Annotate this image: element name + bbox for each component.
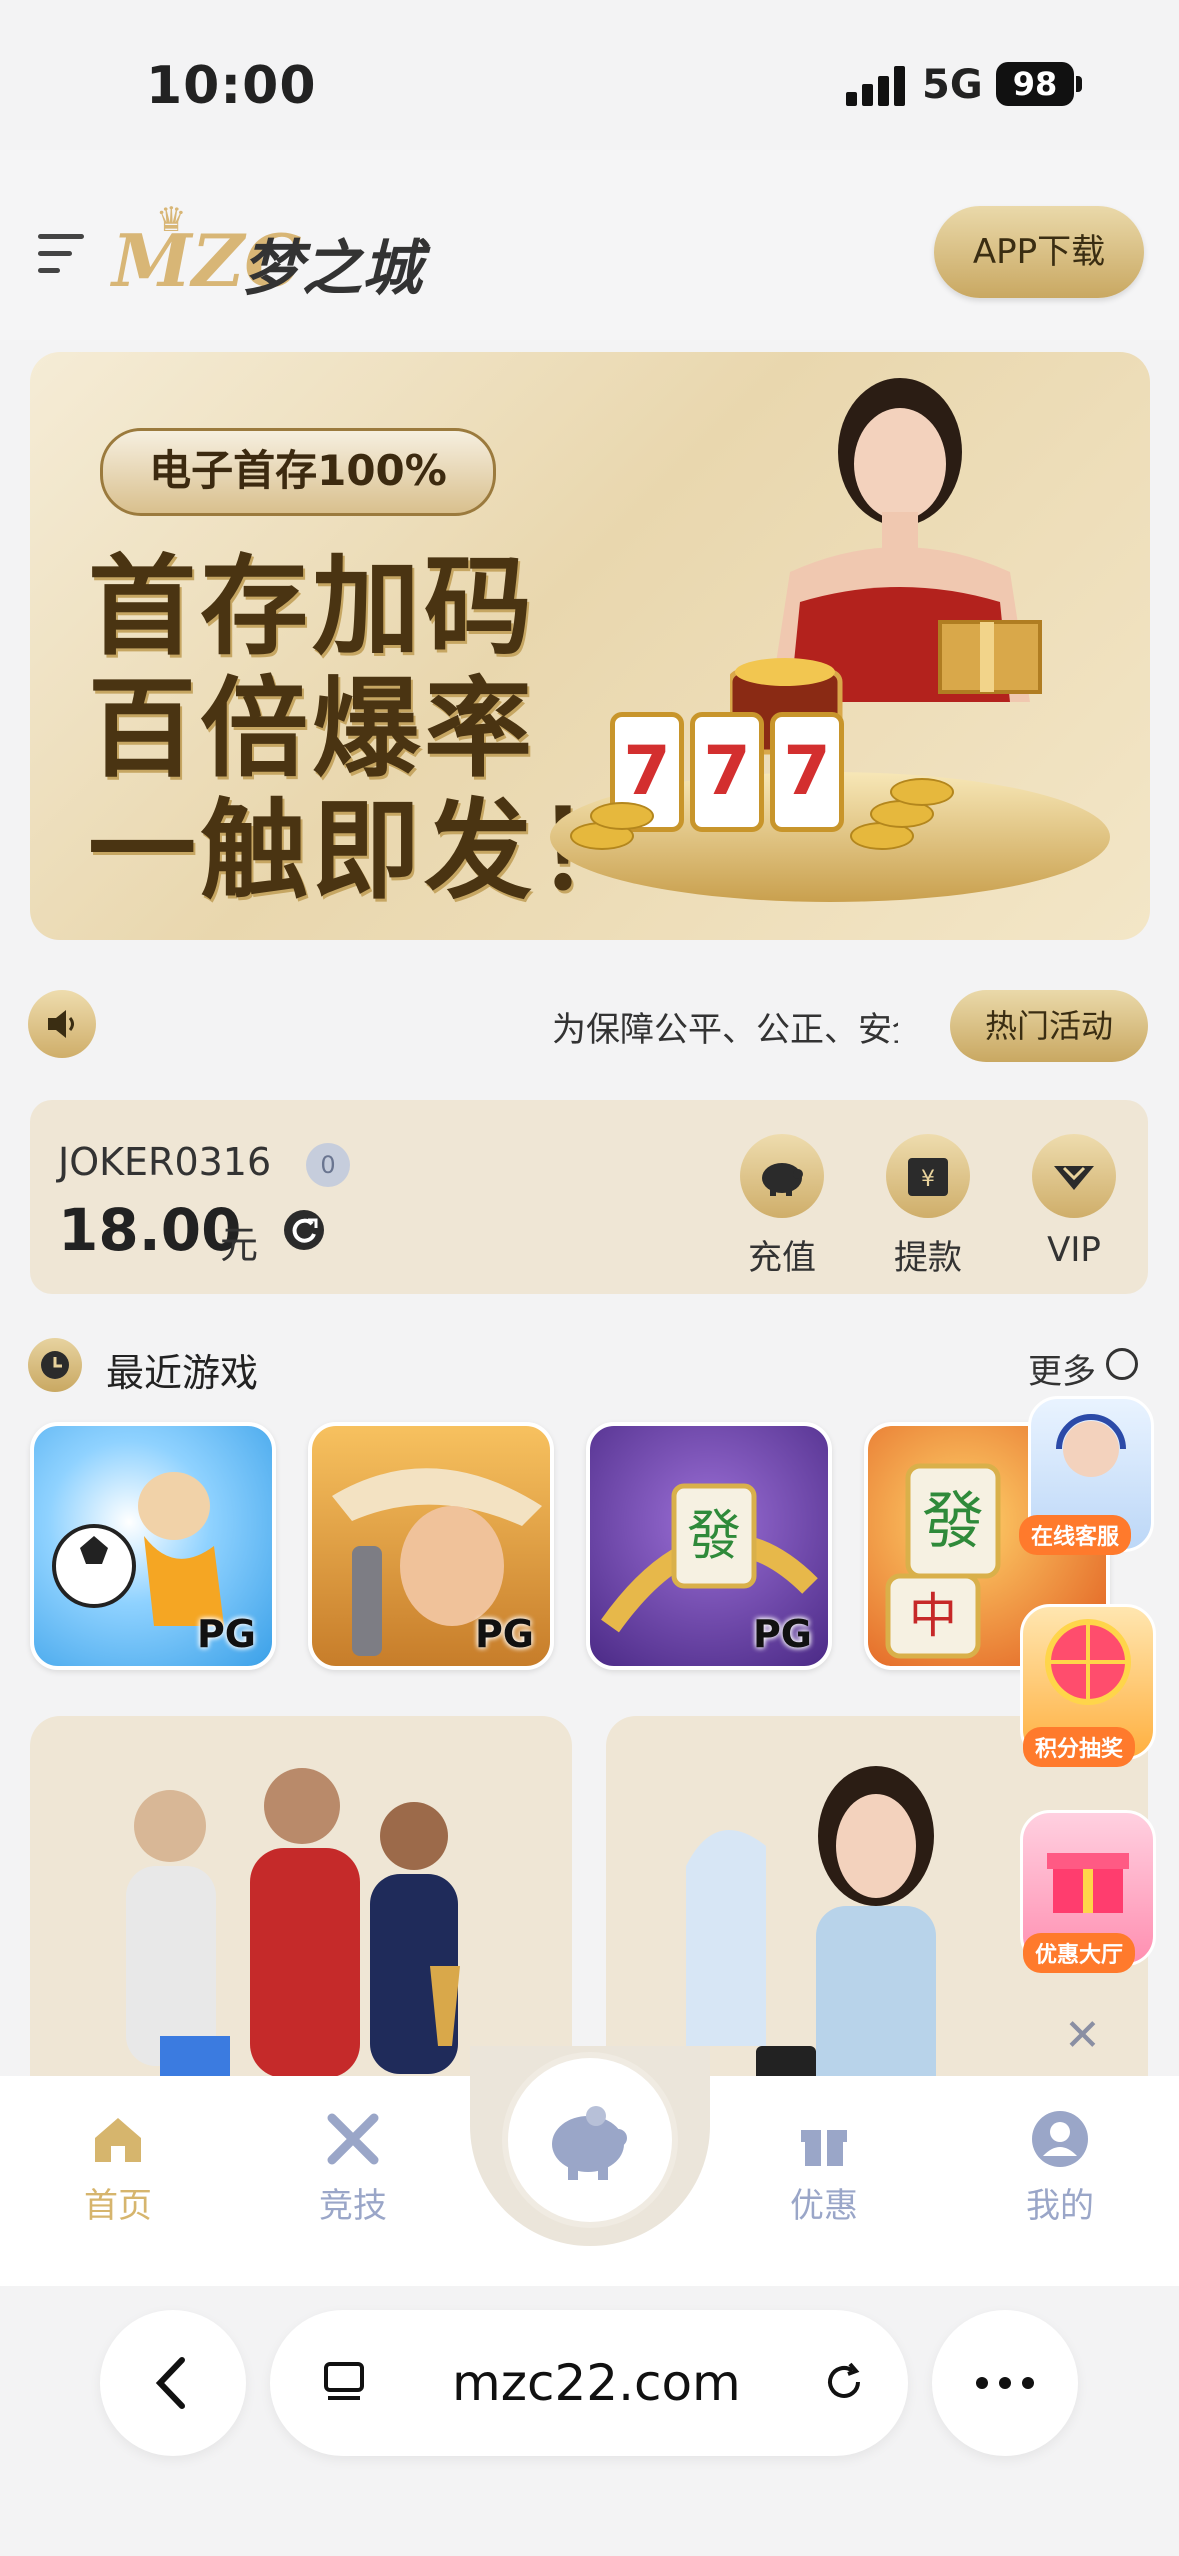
vip-button[interactable]: VIP bbox=[1014, 1134, 1134, 1270]
game-tile[interactable]: PG bbox=[30, 1422, 276, 1670]
prize-wheel-icon bbox=[1045, 1619, 1131, 1705]
chevron-left-icon bbox=[155, 2357, 185, 2409]
banner-badge: 电子首存100% bbox=[100, 428, 496, 516]
promo-hall-label: 优惠大厅 bbox=[1023, 1933, 1136, 1973]
diamond-icon bbox=[1032, 1134, 1116, 1218]
battery-icon: 98 bbox=[996, 62, 1074, 106]
provider-label: PG bbox=[474, 1612, 534, 1656]
vip-level-badge: 0 bbox=[306, 1143, 350, 1187]
speaker-icon[interactable] bbox=[28, 990, 96, 1058]
svg-text:中: 中 bbox=[909, 1588, 957, 1644]
tabs-icon[interactable] bbox=[316, 2354, 372, 2410]
logo-name: 梦之城 bbox=[242, 234, 422, 304]
menu-icon[interactable] bbox=[38, 234, 88, 274]
status-time: 10:00 bbox=[146, 56, 317, 116]
url-text: mzc22.com bbox=[452, 2354, 741, 2412]
network-type: 5G bbox=[922, 62, 983, 108]
withdraw-icon: ¥ bbox=[886, 1134, 970, 1218]
svg-text:發: 發 bbox=[922, 1484, 984, 1557]
piggy-bank-icon bbox=[552, 2106, 627, 2180]
customer-service-label: 在线客服 bbox=[1019, 1515, 1132, 1555]
gift-box-icon bbox=[1047, 1853, 1129, 1913]
deposit-label: 充值 bbox=[748, 1238, 816, 1278]
refresh-icon[interactable] bbox=[284, 1210, 324, 1250]
nav-sports[interactable]: 竞技 bbox=[283, 2108, 423, 2227]
points-lottery-widget[interactable]: 积分抽奖 bbox=[1020, 1604, 1156, 1767]
provider-label: PG bbox=[196, 1612, 256, 1656]
nav-sports-label: 竞技 bbox=[319, 2186, 387, 2226]
provider-label: PG bbox=[752, 1612, 812, 1656]
more-link[interactable]: 更多 bbox=[1028, 1344, 1096, 1393]
swords-icon bbox=[322, 2108, 384, 2170]
user-icon bbox=[1029, 2108, 1091, 2170]
points-lottery-label: 积分抽奖 bbox=[1023, 1727, 1136, 1767]
gift-icon bbox=[793, 2108, 855, 2170]
slot-digit: 7 bbox=[690, 712, 764, 832]
balance-unit: 元 bbox=[220, 1223, 259, 1267]
promo-hall-widget[interactable]: 优惠大厅 bbox=[1020, 1810, 1156, 1973]
coin-icon bbox=[890, 778, 954, 806]
game-tile[interactable]: PG bbox=[308, 1422, 554, 1670]
piggy-bank-icon bbox=[740, 1134, 824, 1218]
username: JOKER0316 bbox=[58, 1140, 272, 1184]
signal-icon bbox=[846, 66, 908, 106]
clock-icon bbox=[28, 1338, 82, 1392]
nav-promotions-label: 优惠 bbox=[790, 2186, 858, 2226]
back-button[interactable] bbox=[100, 2310, 246, 2456]
customer-service-widget[interactable]: 在线客服 bbox=[1019, 1396, 1154, 1555]
hot-activity-button[interactable]: 热门活动 bbox=[950, 990, 1148, 1062]
svg-text:發: 發 bbox=[687, 1504, 741, 1567]
promo-banner[interactable]: 电子首存100% 首存加码 百倍爆率 一触即发！ 7 7 7 bbox=[30, 352, 1150, 940]
recent-games-title: 最近游戏 bbox=[106, 1351, 259, 1395]
deposit-button[interactable]: 充值 bbox=[722, 1134, 842, 1279]
nav-home-label: 首页 bbox=[84, 2186, 152, 2226]
nav-profile[interactable]: 我的 bbox=[990, 2108, 1130, 2227]
nav-profile-label: 我的 bbox=[1026, 2186, 1094, 2226]
game-tile[interactable]: 發 PG bbox=[586, 1422, 832, 1670]
slot-digit: 7 bbox=[770, 712, 844, 832]
ellipsis-icon bbox=[976, 2377, 1034, 2389]
app-download-button[interactable]: APP下载 bbox=[934, 206, 1144, 298]
withdraw-label: 提款 bbox=[894, 1238, 962, 1278]
balance-amount: 18.00 bbox=[58, 1196, 242, 1264]
home-icon bbox=[87, 2108, 149, 2170]
headset-agent-icon bbox=[1056, 1414, 1126, 1477]
svg-text:¥: ¥ bbox=[921, 1167, 935, 1192]
close-icon[interactable]: ✕ bbox=[1064, 2010, 1101, 2061]
deposit-fab[interactable] bbox=[508, 2058, 672, 2222]
coin-icon bbox=[590, 802, 654, 830]
more-options-button[interactable] bbox=[932, 2310, 1078, 2456]
nav-home[interactable]: 首页 bbox=[48, 2108, 188, 2227]
notice-marquee: 为保障公平、公正、安全 bbox=[552, 1010, 898, 1050]
withdraw-button[interactable]: ¥ 提款 bbox=[868, 1134, 988, 1279]
nav-promotions[interactable]: 优惠 bbox=[754, 2108, 894, 2227]
vip-label: VIP bbox=[1047, 1230, 1101, 1270]
reload-icon[interactable] bbox=[814, 2352, 874, 2412]
brand-logo[interactable]: ♛ MZC 梦之城 bbox=[112, 200, 432, 310]
battery-tip bbox=[1076, 76, 1082, 92]
chevron-right-icon[interactable] bbox=[1106, 1348, 1138, 1380]
